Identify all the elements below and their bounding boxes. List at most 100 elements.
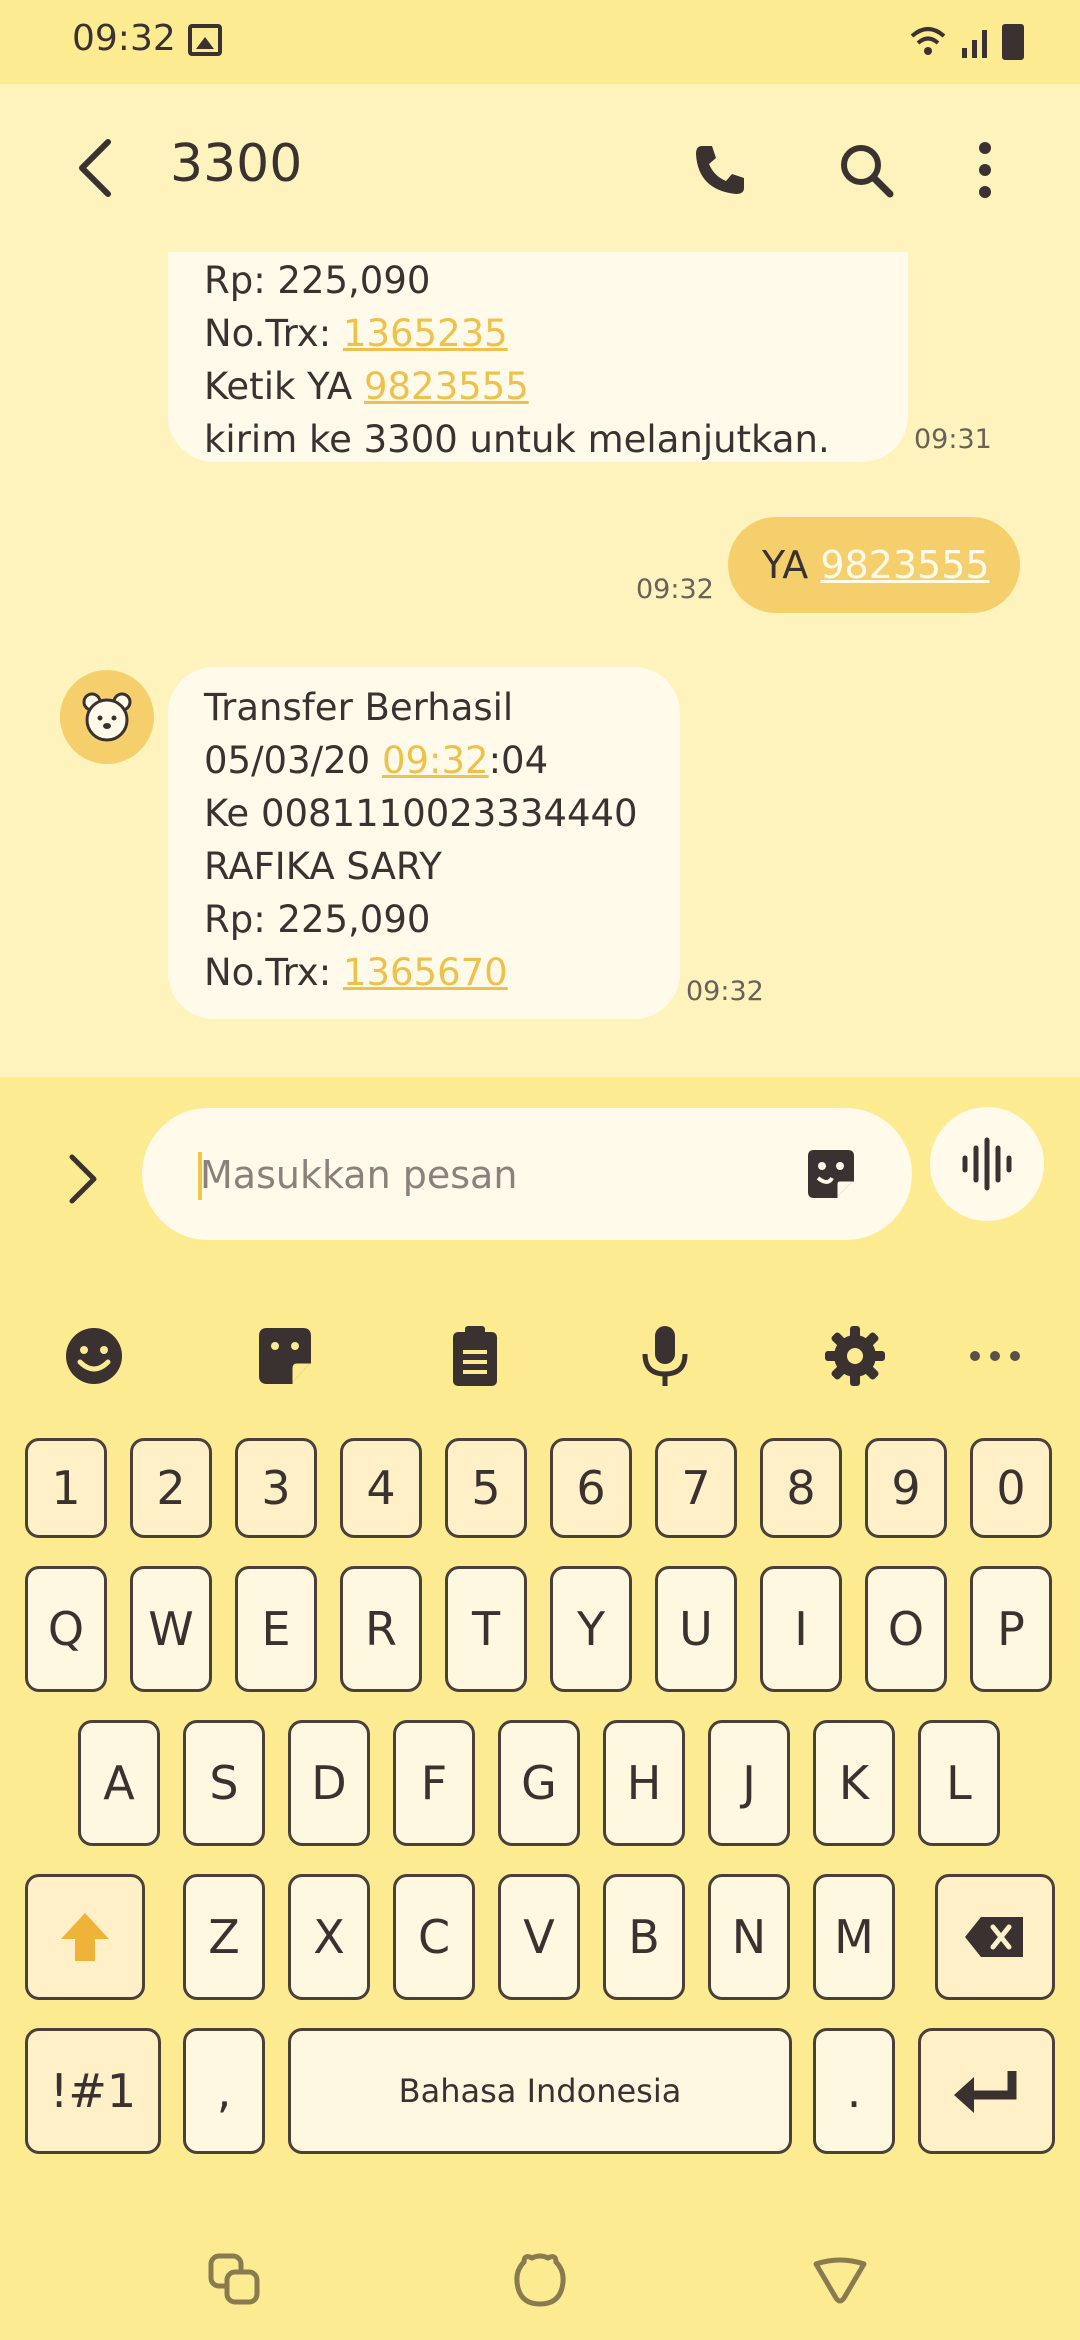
message-line: No.Trx: 1365235 — [204, 307, 872, 360]
key-n[interactable]: N — [708, 1874, 790, 2000]
key-l[interactable]: L — [918, 1720, 1000, 1846]
key-m[interactable]: M — [813, 1874, 895, 2000]
expand-attachments-button[interactable] — [62, 1149, 102, 1209]
key-0[interactable]: 0 — [970, 1438, 1052, 1538]
key-e[interactable]: E — [235, 1566, 317, 1692]
key-6[interactable]: 6 — [550, 1438, 632, 1538]
shift-arrow-icon — [61, 1913, 109, 1961]
more-options-button[interactable] — [970, 138, 1000, 202]
message-text: Ketik YA — [204, 365, 364, 408]
voice-message-button[interactable] — [930, 1107, 1044, 1221]
key-j[interactable]: J — [708, 1720, 790, 1846]
key-c[interactable]: C — [393, 1874, 475, 2000]
key-o[interactable]: O — [865, 1566, 947, 1692]
backspace-icon — [965, 1917, 1023, 1957]
key-4[interactable]: 4 — [340, 1438, 422, 1538]
key-f[interactable]: F — [393, 1720, 475, 1846]
more-icon[interactable] — [963, 1324, 1027, 1388]
outgoing-message-bubble[interactable]: YA 9823555 — [728, 517, 1020, 613]
sticker-icon[interactable] — [253, 1324, 317, 1388]
code-number-link[interactable]: 9823555 — [820, 543, 989, 587]
trx-number-link[interactable]: 1365235 — [343, 312, 508, 355]
key-h[interactable]: H — [603, 1720, 685, 1846]
message-line: kirim ke 3300 untuk melanjutkan. — [204, 418, 830, 461]
gallery-notification-icon — [188, 24, 222, 56]
settings-gear-icon[interactable] — [823, 1324, 887, 1388]
message-line: No.Trx: 1365670 — [204, 946, 644, 999]
message-line: Rp: 225,090 — [204, 898, 431, 941]
message-line: 05/03/20 09:32:04 — [204, 734, 644, 787]
sticker-button[interactable] — [802, 1146, 860, 1204]
enter-key[interactable] — [918, 2028, 1055, 2154]
signal-icon — [962, 30, 987, 58]
space-key[interactable]: Bahasa Indonesia — [288, 2028, 792, 2154]
key-1[interactable]: 1 — [25, 1438, 107, 1538]
key-b[interactable]: B — [603, 1874, 685, 2000]
back-triangle-icon[interactable] — [810, 2250, 870, 2310]
clipboard-icon[interactable] — [443, 1324, 507, 1388]
symbols-key[interactable]: !#1 — [25, 2028, 161, 2154]
message-field[interactable] — [142, 1108, 912, 1240]
message-text: :04 — [488, 739, 549, 782]
message-text: No.Trx: — [204, 951, 343, 994]
key-p[interactable]: P — [970, 1566, 1052, 1692]
code-number-link[interactable]: 9823555 — [364, 365, 529, 408]
key-y[interactable]: Y — [550, 1566, 632, 1692]
period-key[interactable]: . — [813, 2028, 895, 2154]
key-s[interactable]: S — [183, 1720, 265, 1846]
key-9[interactable]: 9 — [865, 1438, 947, 1538]
message-line: Ke 0081110023334440 — [204, 792, 638, 835]
key-2[interactable]: 2 — [130, 1438, 212, 1538]
conversation-header: 3300 — [0, 84, 1080, 252]
key-a[interactable]: A — [78, 1720, 160, 1846]
key-5[interactable]: 5 — [445, 1438, 527, 1538]
message-line: Rp: 225,090 — [204, 259, 431, 302]
key-r[interactable]: R — [340, 1566, 422, 1692]
backspace-key[interactable] — [935, 1874, 1055, 2000]
search-button[interactable] — [836, 140, 896, 200]
home-bear-icon[interactable] — [510, 2250, 570, 2310]
time-link[interactable]: 09:32 — [382, 739, 489, 782]
key-x[interactable]: X — [288, 1874, 370, 2000]
incoming-message-bubble[interactable]: Transfer Berhasil 05/03/20 09:32:04 Ke 0… — [168, 667, 680, 1019]
key-g[interactable]: G — [498, 1720, 580, 1846]
message-composer — [0, 1077, 1080, 1292]
key-q[interactable]: Q — [25, 1566, 107, 1692]
message-timestamp: 09:32 — [636, 574, 714, 605]
key-8[interactable]: 8 — [760, 1438, 842, 1538]
key-i[interactable]: I — [760, 1566, 842, 1692]
message-text: No.Trx: — [204, 312, 343, 355]
status-time: 09:32 — [72, 18, 176, 59]
status-icons — [908, 20, 1024, 60]
key-w[interactable]: W — [130, 1566, 212, 1692]
microphone-icon[interactable] — [633, 1324, 697, 1388]
key-t[interactable]: T — [445, 1566, 527, 1692]
message-line: RAFIKA SARY — [204, 845, 442, 888]
comma-key[interactable]: , — [183, 2028, 265, 2154]
trx-number-link[interactable]: 1365670 — [343, 951, 508, 994]
message-line: Ketik YA 9823555 — [204, 360, 872, 413]
wifi-icon — [910, 27, 946, 55]
message-input[interactable] — [200, 1140, 760, 1210]
emoji-icon[interactable] — [62, 1324, 126, 1388]
shift-key[interactable] — [25, 1874, 145, 2000]
battery-icon — [1002, 24, 1024, 60]
keyboard: 1 2 3 4 5 6 7 8 9 0 Q W E R T Y U I O P … — [0, 1292, 1080, 2220]
key-3[interactable]: 3 — [235, 1438, 317, 1538]
key-u[interactable]: U — [655, 1566, 737, 1692]
enter-arrow-icon — [954, 2071, 1017, 2113]
back-button[interactable] — [68, 136, 124, 200]
key-k[interactable]: K — [813, 1720, 895, 1846]
message-list[interactable]: Rp: 225,090 No.Trx: 1365235 Ketik YA 982… — [0, 252, 1080, 1077]
key-z[interactable]: Z — [183, 1874, 265, 2000]
status-bar: 09:32 — [0, 0, 1080, 84]
recent-apps-icon[interactable] — [205, 2250, 265, 2310]
call-button[interactable] — [690, 140, 750, 200]
contact-avatar[interactable] — [60, 670, 154, 764]
key-v[interactable]: V — [498, 1874, 580, 2000]
contact-title: 3300 — [170, 134, 303, 194]
message-text: YA — [762, 543, 821, 587]
key-7[interactable]: 7 — [655, 1438, 737, 1538]
key-d[interactable]: D — [288, 1720, 370, 1846]
incoming-message-bubble[interactable]: Rp: 225,090 No.Trx: 1365235 Ketik YA 982… — [168, 252, 908, 462]
